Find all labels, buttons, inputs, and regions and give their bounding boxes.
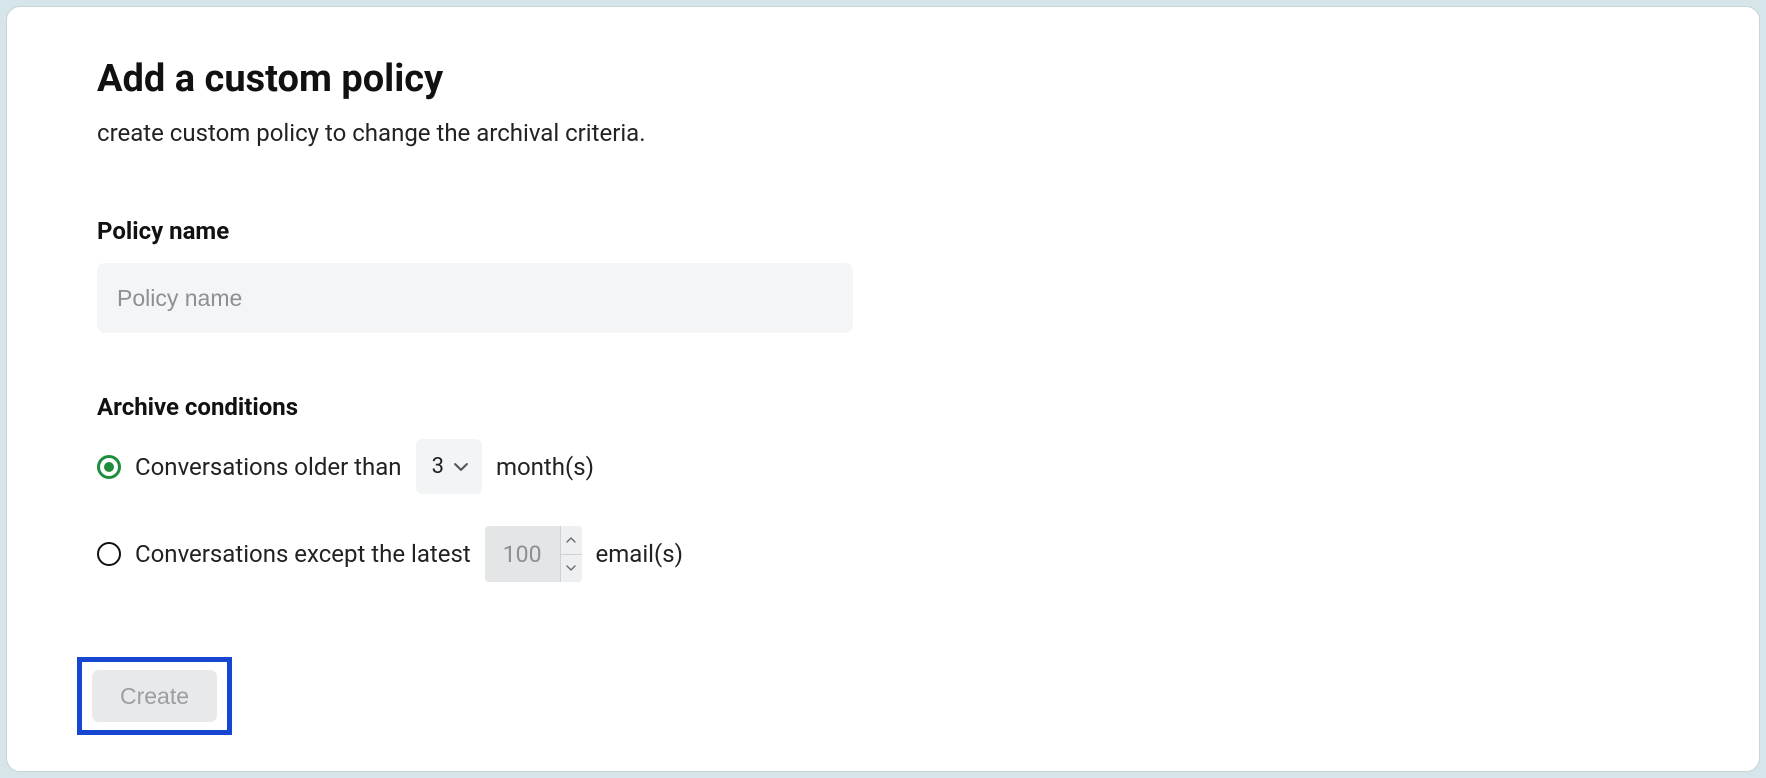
condition-latest-label-post: email(s) <box>596 540 683 568</box>
policy-name-label: Policy name <box>97 217 1669 245</box>
condition-older-label-post: month(s) <box>496 453 594 481</box>
condition-latest-label-pre: Conversations except the latest <box>135 540 471 568</box>
stepper-down-button[interactable] <box>561 555 582 583</box>
chevron-up-icon <box>566 537 576 543</box>
stepper-buttons <box>560 526 582 582</box>
radio-dot-icon <box>104 462 114 472</box>
page-subtitle: create custom policy to change the archi… <box>97 119 1669 147</box>
condition-older-row: Conversations older than 3 month(s) <box>97 439 1669 494</box>
chevron-down-icon <box>566 565 576 571</box>
archive-conditions-label: Archive conditions <box>97 393 1669 421</box>
radio-except-latest[interactable] <box>97 542 121 566</box>
condition-latest-row: Conversations except the latest 100 <box>97 526 1669 582</box>
create-button-highlight: Create <box>77 657 232 735</box>
archive-conditions-group: Conversations older than 3 month(s) Conv… <box>97 439 1669 582</box>
add-policy-panel: Add a custom policy create custom policy… <box>6 6 1760 772</box>
months-select[interactable]: 3 <box>416 439 482 494</box>
policy-name-input[interactable] <box>97 263 853 333</box>
months-select-value: 3 <box>432 454 444 479</box>
create-button[interactable]: Create <box>92 670 217 722</box>
condition-older-label-pre: Conversations older than <box>135 453 402 481</box>
emails-count-value: 100 <box>485 526 560 582</box>
page-title: Add a custom policy <box>97 57 1669 101</box>
stepper-up-button[interactable] <box>561 526 582 555</box>
chevron-down-icon <box>454 460 468 474</box>
emails-count-stepper[interactable]: 100 <box>485 526 582 582</box>
radio-older-than[interactable] <box>97 455 121 479</box>
